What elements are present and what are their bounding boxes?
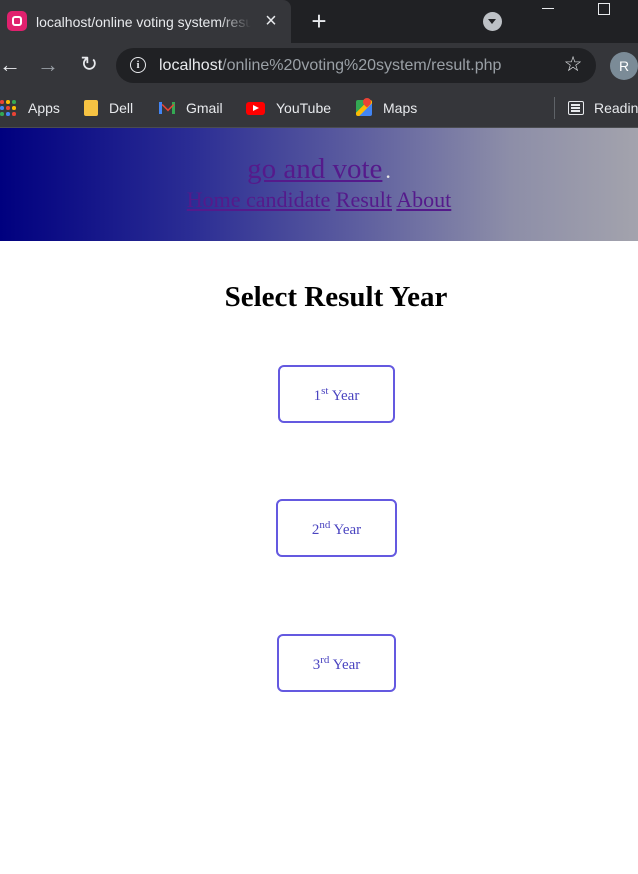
forward-arrow-icon[interactable]: → bbox=[35, 52, 61, 78]
year-suffix: st bbox=[321, 385, 329, 397]
bookmark-star-icon[interactable]: ☆ bbox=[562, 54, 584, 76]
nav-link-result[interactable]: Result bbox=[336, 187, 392, 212]
bookmark-maps-label: Maps bbox=[383, 100, 418, 116]
tab-title: localhost/online voting system/result.ph… bbox=[36, 14, 251, 30]
brand-link[interactable]: go and vote bbox=[247, 153, 382, 185]
profile-avatar[interactable]: R bbox=[610, 52, 638, 80]
reload-icon[interactable]: ↻ bbox=[76, 52, 102, 78]
url-path: /online%20voting%20system/result.php bbox=[222, 57, 502, 74]
tab-search-icon[interactable] bbox=[483, 12, 502, 31]
nav-link-home-candidate[interactable]: Home candidate bbox=[187, 187, 331, 212]
close-tab-icon[interactable]: × bbox=[261, 11, 281, 31]
brand-line: go and vote. bbox=[0, 152, 638, 188]
youtube-icon bbox=[246, 102, 265, 115]
tab-strip: localhost/online voting system/result.ph… bbox=[0, 0, 638, 43]
year-suffix: rd bbox=[320, 654, 330, 666]
site-header: go and vote. Home candidate Result About bbox=[0, 128, 638, 241]
site-info-icon[interactable]: i bbox=[130, 57, 146, 73]
page-title: Select Result Year bbox=[224, 281, 448, 313]
reading-list-label: Reading list bbox=[594, 100, 638, 116]
reading-list-button[interactable]: Reading list bbox=[568, 98, 638, 118]
third-year-button[interactable]: 3rd Year bbox=[277, 634, 396, 692]
active-tab[interactable]: localhost/online voting system/result.ph… bbox=[0, 0, 291, 43]
second-year-button[interactable]: 2nd Year bbox=[276, 499, 397, 557]
bookmark-apps[interactable]: Apps bbox=[0, 98, 60, 118]
back-arrow-icon[interactable]: ← bbox=[0, 52, 23, 78]
url-host: localhost bbox=[159, 57, 223, 74]
maximize-window-icon[interactable] bbox=[598, 3, 610, 15]
apps-grid-icon bbox=[0, 100, 16, 116]
maps-icon bbox=[356, 100, 372, 116]
bookmark-youtube-label: YouTube bbox=[276, 100, 332, 116]
reading-list-icon bbox=[568, 101, 584, 115]
minimize-window-icon[interactable] bbox=[542, 8, 554, 9]
bookmark-youtube[interactable]: YouTube bbox=[246, 98, 331, 118]
url-text[interactable]: localhost/online%20voting%20system/resul… bbox=[159, 56, 501, 75]
new-tab-icon[interactable]: + bbox=[307, 8, 331, 34]
year-word: Year bbox=[331, 388, 360, 404]
gmail-icon bbox=[159, 102, 175, 114]
year-word: Year bbox=[333, 522, 362, 538]
bookmark-gmail-label: Gmail bbox=[186, 100, 223, 116]
bookmark-maps[interactable]: Maps bbox=[356, 98, 417, 118]
main-nav: Home candidate Result About bbox=[0, 187, 638, 213]
bookmarks-bar: Apps Dell Gmail YouTube Maps Reading lis… bbox=[0, 88, 638, 128]
nav-link-about[interactable]: About bbox=[396, 187, 451, 212]
bookmarks-divider bbox=[554, 97, 555, 119]
first-year-button[interactable]: 1st Year bbox=[278, 365, 395, 423]
folder-icon bbox=[84, 100, 98, 116]
bookmark-dell[interactable]: Dell bbox=[84, 98, 133, 118]
address-bar[interactable]: i localhost/online%20voting%20system/res… bbox=[116, 48, 596, 83]
year-suffix: nd bbox=[319, 519, 331, 531]
bookmark-dell-label: Dell bbox=[109, 100, 134, 116]
bookmark-apps-label: Apps bbox=[28, 100, 60, 116]
site-favicon-icon bbox=[7, 11, 27, 31]
browser-toolbar: ← → ↻ i localhost/online%20voting%20syst… bbox=[0, 43, 638, 88]
bookmark-gmail[interactable]: Gmail bbox=[159, 98, 223, 118]
year-word: Year bbox=[332, 657, 361, 673]
brand-dot: . bbox=[385, 158, 391, 183]
